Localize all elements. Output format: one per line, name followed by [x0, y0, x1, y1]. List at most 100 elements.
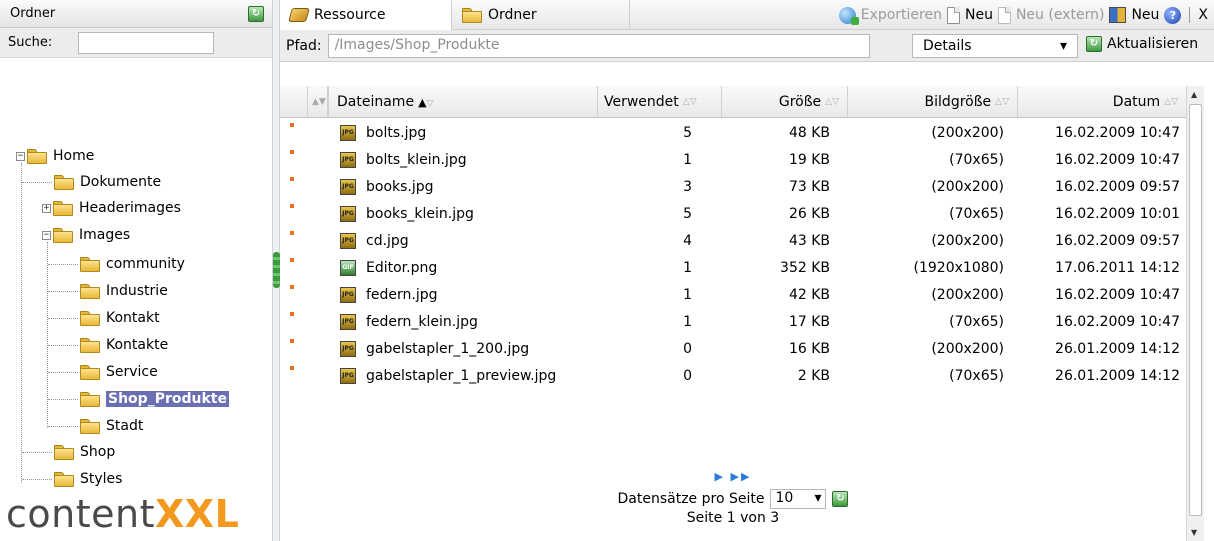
- collapse-toggle-icon[interactable]: −: [16, 151, 25, 161]
- refresh-icon: ↻: [1086, 36, 1102, 52]
- new-external-button[interactable]: Neu (extern): [1016, 7, 1104, 23]
- file-name: books_klein.jpg: [366, 206, 474, 222]
- panel-splitter[interactable]: [272, 0, 280, 541]
- cell-filename: JPG cd.jpg: [340, 228, 598, 254]
- tree-item-images[interactable]: − Images: [42, 224, 130, 246]
- cell-date: 16.02.2009 09:57: [1055, 233, 1180, 249]
- per-page-select[interactable]: 10 ▾: [770, 489, 827, 509]
- tree-item-label-selected: Shop_Produkte: [106, 391, 229, 407]
- status-marker: [290, 312, 294, 316]
- status-marker: [290, 366, 294, 370]
- cell-filename: JPG books.jpg: [340, 174, 598, 200]
- new-book-icon: [1109, 7, 1127, 23]
- cell-dimensions: (200x200): [931, 341, 1004, 357]
- cell-filename: JPG federn.jpg: [340, 282, 598, 308]
- column-header-filename[interactable]: Dateiname ▲▽: [328, 86, 598, 118]
- status-marker: [290, 258, 294, 262]
- tree-item-styles[interactable]: Styles: [54, 468, 122, 490]
- tree-item-service[interactable]: Service: [80, 361, 158, 383]
- export-icon: [838, 6, 859, 25]
- pager-nav: ▶ ▶▶: [280, 470, 1186, 488]
- path-label: Pfad:: [286, 37, 322, 54]
- contentxxl-logo: contentXXL: [6, 492, 240, 536]
- view-select[interactable]: Details ▾: [912, 34, 1078, 58]
- folder-icon: [80, 392, 100, 407]
- collapse-toggle-icon[interactable]: −: [42, 230, 51, 240]
- tree-item-stadt[interactable]: Stadt: [80, 415, 143, 437]
- tree-item-community[interactable]: community: [80, 253, 185, 275]
- search-input[interactable]: [78, 31, 214, 54]
- table-row[interactable]: JPG cd.jpg 4 43 KB (200x200) 16.02.2009 09:57: [280, 228, 1186, 254]
- tree-item-label: Dokumente: [80, 174, 162, 190]
- folder-icon: [80, 311, 100, 326]
- help-icon[interactable]: ?: [1164, 6, 1182, 24]
- scrollbar-thumb[interactable]: [1189, 104, 1202, 516]
- tree-item-label: Industrie: [106, 283, 168, 299]
- scroll-down-icon[interactable]: ▼: [1191, 528, 1197, 537]
- refresh-icon[interactable]: ↻: [248, 5, 264, 22]
- tab-resource[interactable]: Ressource: [280, 0, 452, 30]
- cell-date: 16.02.2009 10:47: [1055, 125, 1180, 141]
- cell-dimensions: (200x200): [931, 125, 1004, 141]
- column-header-used[interactable]: Verwendet △▽: [598, 86, 722, 118]
- table-row[interactable]: JPG federn.jpg 1 42 KB (200x200) 16.02.2009 1…: [280, 282, 1186, 308]
- tree-item-home[interactable]: − Home: [16, 145, 94, 167]
- tree-item-dokumente[interactable]: Dokumente: [54, 171, 161, 193]
- expand-toggle-icon[interactable]: +: [42, 203, 51, 213]
- cell-dimensions: (70x65): [949, 314, 1004, 330]
- tree-item-headerimages[interactable]: + Headerimages: [42, 197, 181, 219]
- cell-date: 17.06.2011 14:12: [1055, 260, 1180, 276]
- table-row[interactable]: JPG bolts_klein.jpg 1 19 KB (70x65) 16.02.200…: [280, 147, 1186, 173]
- folder-panel: Ordner ↻ Suche: − Home Dokumente + Heade…: [0, 0, 272, 541]
- table-row[interactable]: JPG bolts.jpg 5 48 KB (200x200) 16.02.2009 10…: [280, 120, 1186, 146]
- sort-arrows-icon: △▽: [995, 97, 1009, 107]
- tree-item-label: Images: [79, 227, 131, 243]
- image-file-icon: JPG: [340, 125, 356, 141]
- close-button[interactable]: X: [1198, 7, 1208, 23]
- refresh-icon[interactable]: ↻: [832, 491, 849, 507]
- table-row[interactable]: JPG federn_klein.jpg 1 17 KB (70x65) 16.02.20…: [280, 309, 1186, 335]
- tree-item-industrie[interactable]: Industrie: [80, 280, 168, 302]
- file-name: gabelstapler_1_preview.jpg: [366, 368, 557, 384]
- sort-arrows-icon: △▽: [682, 97, 697, 107]
- new-book-button[interactable]: Neu: [1131, 7, 1159, 23]
- tree-item-kontakt[interactable]: Kontakt: [80, 307, 160, 329]
- cell-used: 1: [683, 314, 692, 330]
- path-input[interactable]: /Images/Shop_Produkte: [327, 33, 870, 58]
- export-button[interactable]: Exportieren: [861, 7, 942, 23]
- folder-icon: [54, 445, 74, 460]
- column-header-dimensions[interactable]: Bildgröße △▽: [848, 86, 1018, 118]
- cell-used: 1: [683, 152, 692, 168]
- column-header-date[interactable]: Datum △▽: [1018, 86, 1186, 118]
- status-marker: [290, 150, 294, 154]
- table-row[interactable]: GIF Editor.png 1 352 KB (1920x1080) 17.06.201…: [280, 255, 1186, 281]
- cell-size: 17 KB: [788, 314, 830, 330]
- tree-item-kontakte[interactable]: Kontakte: [80, 334, 168, 356]
- tree-item-shop-produkte[interactable]: Shop_Produkte: [80, 388, 229, 410]
- table-row[interactable]: JPG books_klein.jpg 5 26 KB (70x65) 16.02.200…: [280, 201, 1186, 227]
- next-page-icon[interactable]: ▶: [715, 470, 725, 483]
- tree-item-shop[interactable]: Shop: [54, 441, 115, 463]
- table-row[interactable]: JPG gabelstapler_1_200.jpg 0 16 KB (200x200)…: [280, 336, 1186, 362]
- folder-icon: [27, 149, 47, 164]
- sort-column-header[interactable]: ▲▼: [308, 86, 328, 118]
- pager: ▶ ▶▶ Datensätze pro Seite 10 ▾ ↻ Seite 1…: [280, 470, 1186, 526]
- last-page-icon[interactable]: ▶▶: [731, 470, 752, 483]
- column-header-size[interactable]: Größe △▽: [722, 86, 848, 118]
- table-row[interactable]: JPG books.jpg 3 73 KB (200x200) 16.02.2009 09…: [280, 174, 1186, 200]
- splitter-grip-icon[interactable]: [273, 252, 280, 288]
- file-name: bolts_klein.jpg: [366, 152, 467, 168]
- per-page-value: 10: [775, 490, 794, 506]
- cell-filename: JPG federn_klein.jpg: [340, 309, 598, 335]
- cell-used: 1: [683, 260, 692, 276]
- column-label: Größe: [778, 94, 822, 110]
- vertical-scrollbar[interactable]: ▲ ▼: [1186, 86, 1204, 541]
- scroll-up-icon[interactable]: ▲: [1191, 90, 1197, 99]
- new-button[interactable]: Neu: [965, 7, 993, 23]
- cell-date: 26.01.2009 14:12: [1055, 341, 1180, 357]
- cell-filename: JPG gabelstapler_1_preview.jpg: [340, 363, 598, 389]
- tab-folder[interactable]: Ordner: [452, 0, 630, 30]
- tree-item-label: Headerimages: [79, 200, 181, 216]
- table-row[interactable]: JPG gabelstapler_1_preview.jpg 0 2 KB (70x65…: [280, 363, 1186, 389]
- refresh-button[interactable]: ↻ Aktualisieren: [1086, 36, 1198, 52]
